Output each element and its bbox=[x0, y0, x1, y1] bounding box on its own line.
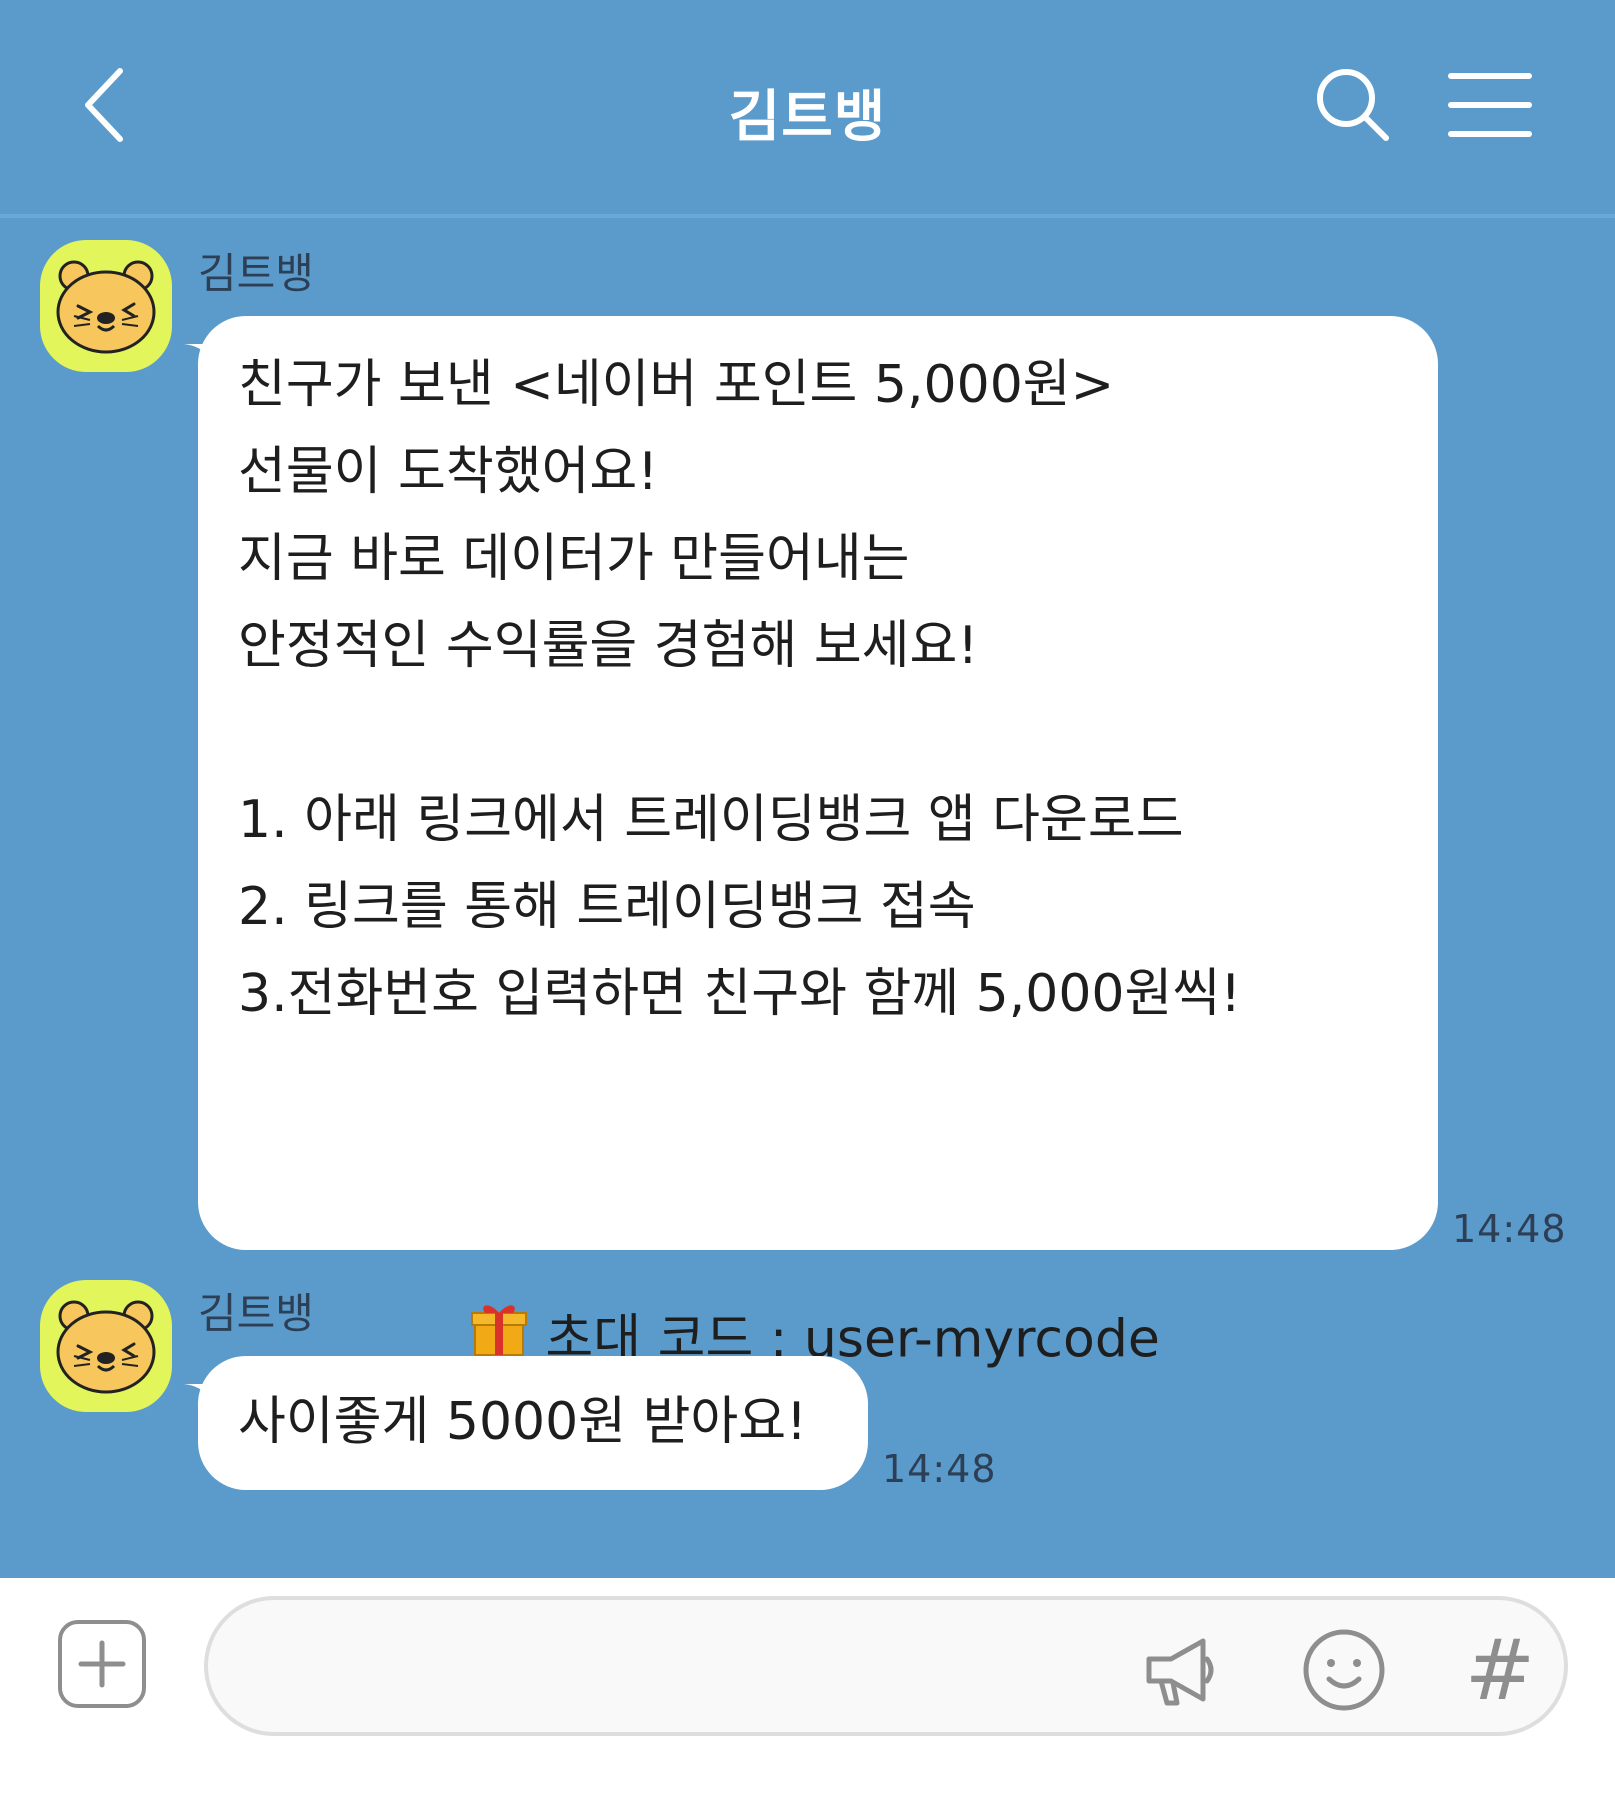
menu-button[interactable] bbox=[1445, 62, 1535, 152]
message-line: 사이좋게 5000원 받아요! bbox=[238, 1392, 807, 1452]
message-line: 1. 아래 링크에서 트레이딩뱅크 앱 다운로드 bbox=[238, 790, 1184, 850]
message-line: 안정적인 수익률을 경험해 보세요! bbox=[238, 616, 979, 676]
message-input-field[interactable]: # bbox=[204, 1596, 1568, 1736]
message-line bbox=[238, 690, 1398, 777]
bear-face-icon bbox=[56, 1300, 156, 1394]
message-line bbox=[238, 1038, 1398, 1125]
message-bubble[interactable]: 친구가 보낸 <네이버 포인트 5,000원> 선물이 도착했어요! 지금 바로… bbox=[184, 316, 1438, 1370]
search-icon bbox=[1317, 69, 1389, 141]
bubble-tail bbox=[184, 1364, 224, 1404]
message-line: 친구가 보낸 <네이버 포인트 5,000원> bbox=[238, 355, 1115, 415]
message-input-bar: # bbox=[0, 1578, 1615, 1818]
emoji-icon bbox=[1303, 1629, 1385, 1711]
megaphone-button[interactable] bbox=[1138, 1628, 1222, 1712]
megaphone-icon bbox=[1146, 1638, 1214, 1706]
attach-button[interactable] bbox=[58, 1620, 146, 1708]
plus-icon bbox=[78, 1640, 126, 1688]
hashtag-icon: # bbox=[1464, 1621, 1536, 1719]
message-time: 14:48 bbox=[882, 1447, 997, 1491]
avatar[interactable] bbox=[40, 240, 172, 372]
avatar[interactable] bbox=[40, 1280, 172, 1412]
message-line: 2. 링크를 통해 트레이딩뱅크 접속 bbox=[238, 877, 976, 937]
message-line: 지금 바로 데이터가 만들어내는 bbox=[238, 529, 910, 589]
hamburger-menu-icon bbox=[1448, 73, 1532, 137]
message-line: 3.전화번호 입력하면 친구와 함께 5,000원씩! bbox=[238, 964, 1242, 1024]
bear-face-icon bbox=[56, 260, 156, 354]
search-button[interactable] bbox=[1310, 62, 1400, 152]
chat-area: 김트뱅 친구가 보낸 <네이버 포인트 5,000원> 선물이 도착했어요! 지… bbox=[0, 222, 1615, 1580]
emoji-button[interactable] bbox=[1300, 1626, 1388, 1714]
message-input[interactable] bbox=[248, 1630, 1128, 1706]
sender-name: 김트뱅 bbox=[198, 1289, 314, 1338]
message-time: 14:48 bbox=[1452, 1207, 1567, 1251]
bubble-tail bbox=[184, 324, 224, 364]
message-bubble[interactable]: 사이좋게 5000원 받아요! bbox=[184, 1356, 868, 1490]
hashtag-button[interactable]: # bbox=[1458, 1626, 1542, 1714]
chat-header: 김트뱅 bbox=[0, 0, 1615, 218]
sender-name: 김트뱅 bbox=[198, 249, 314, 298]
message-line: 선물이 도착했어요! bbox=[238, 442, 659, 502]
invite-code-line: 초대 코드 : user-myrcode bbox=[238, 1125, 1398, 1370]
